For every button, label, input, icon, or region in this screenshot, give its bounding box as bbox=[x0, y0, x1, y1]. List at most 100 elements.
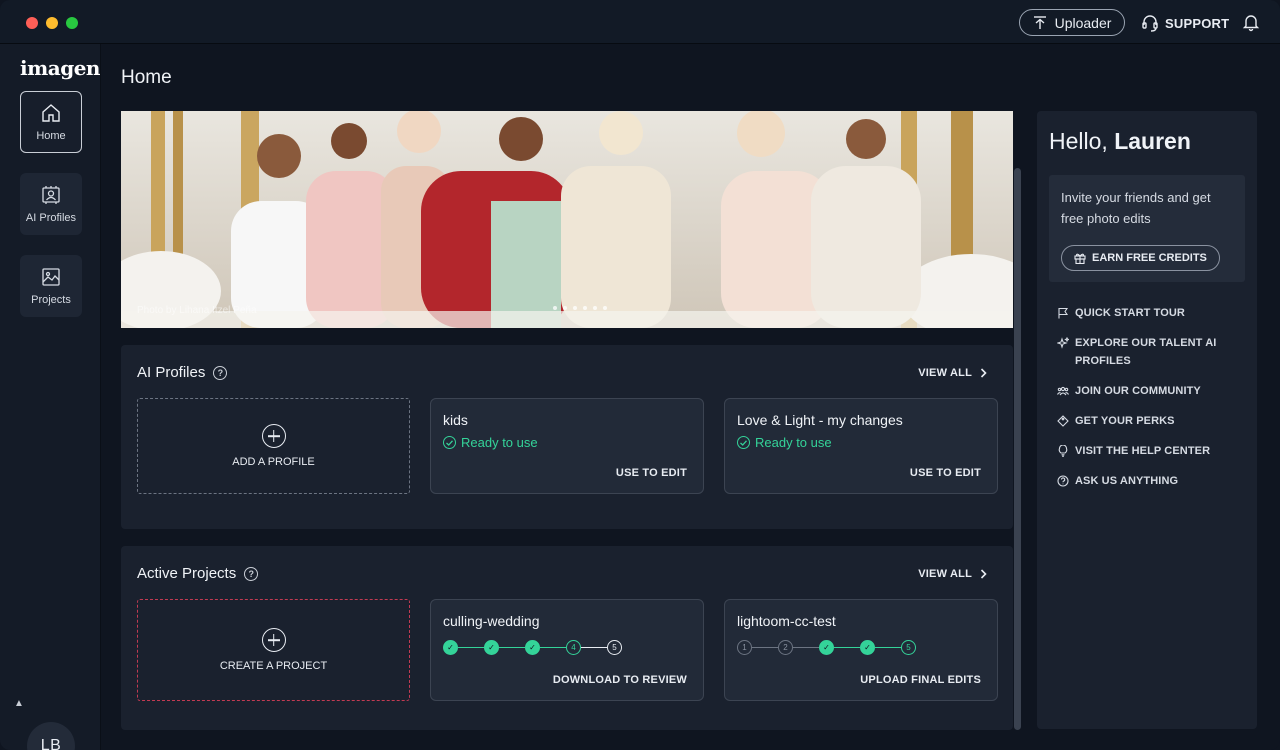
step-connector bbox=[834, 646, 860, 649]
view-all-profiles-link[interactable]: VIEW ALL bbox=[918, 367, 987, 379]
help-icon[interactable]: ? bbox=[244, 566, 259, 581]
sidebar-item-label: Home bbox=[36, 130, 66, 142]
sidebar-item-projects[interactable]: Projects bbox=[20, 255, 82, 317]
create-project-button[interactable]: CREATE A PROJECT bbox=[137, 599, 410, 701]
view-all-label: VIEW ALL bbox=[918, 367, 972, 379]
section-title: Active Projects ? bbox=[137, 565, 259, 582]
project-card-lightoom-cc-test[interactable]: lightoom-cc-test 1 2 ✓ ✓ 5 UPLOAD FINAL … bbox=[724, 599, 998, 701]
greeting: Hello, Lauren bbox=[1049, 128, 1191, 155]
step-connector bbox=[581, 646, 607, 649]
quick-links: QUICK START TOUR EXPLORE OUR TALENT AI P… bbox=[1057, 304, 1247, 502]
tag-icon bbox=[1057, 415, 1069, 427]
add-profile-button[interactable]: ADD A PROFILE bbox=[137, 398, 410, 494]
status-text: Ready to use bbox=[461, 435, 538, 450]
home-icon bbox=[42, 104, 60, 122]
step-current: 5 bbox=[901, 640, 916, 655]
profile-status: Ready to use bbox=[443, 435, 538, 450]
upload-final-edits-button[interactable]: UPLOAD FINAL EDITS bbox=[860, 674, 981, 686]
community-icon bbox=[1057, 386, 1069, 396]
question-icon bbox=[1057, 475, 1069, 487]
join-community-link[interactable]: JOIN OUR COMMUNITY bbox=[1057, 382, 1247, 400]
carousel-dot[interactable] bbox=[573, 306, 577, 310]
chevron-right-icon bbox=[980, 368, 987, 378]
carousel-dot[interactable] bbox=[563, 306, 567, 310]
hero-banner[interactable]: Photo by Lihana Itzel Peña bbox=[121, 111, 1013, 328]
step-complete-icon: ✓ bbox=[525, 640, 540, 655]
plus-icon bbox=[261, 628, 286, 652]
help-center-link[interactable]: VISIT THE HELP CENTER bbox=[1057, 442, 1247, 460]
greeting-text: Hello, bbox=[1049, 128, 1108, 154]
status-text: Ready to use bbox=[755, 435, 832, 450]
ai-profiles-title: AI Profiles bbox=[137, 364, 206, 381]
mouse-cursor: ▲ bbox=[14, 698, 24, 709]
sparkle-icon bbox=[1057, 337, 1069, 349]
project-card-culling-wedding[interactable]: culling-wedding ✓ ✓ ✓ 4 5 DOWNLOAD TO RE… bbox=[430, 599, 704, 701]
use-to-edit-button[interactable]: USE TO EDIT bbox=[616, 467, 687, 479]
section-title: AI Profiles ? bbox=[137, 364, 228, 381]
step-connector bbox=[793, 646, 819, 649]
earn-free-credits-button[interactable]: EARN FREE CREDITS bbox=[1061, 245, 1220, 271]
explore-talent-profiles-link[interactable]: EXPLORE OUR TALENT AI PROFILES bbox=[1057, 334, 1247, 370]
support-button[interactable]: SUPPORT bbox=[1141, 12, 1229, 34]
close-window-button[interactable] bbox=[26, 17, 38, 29]
use-to-edit-button[interactable]: USE TO EDIT bbox=[910, 467, 981, 479]
uploader-button[interactable]: Uploader bbox=[1019, 9, 1125, 36]
create-project-label: CREATE A PROJECT bbox=[219, 660, 328, 672]
uploader-label: Uploader bbox=[1054, 14, 1112, 31]
headset-icon bbox=[1142, 15, 1158, 32]
ai-profile-icon bbox=[42, 186, 60, 204]
get-perks-link[interactable]: GET YOUR PERKS bbox=[1057, 412, 1247, 430]
app-window: Uploader SUPPORT imagen Home AI Profiles… bbox=[0, 0, 1280, 750]
upload-icon bbox=[1033, 15, 1046, 29]
bell-icon[interactable] bbox=[1241, 12, 1261, 32]
project-progress-steps: 1 2 ✓ ✓ 5 bbox=[737, 640, 916, 655]
main-scrollbar[interactable] bbox=[1014, 168, 1021, 730]
carousel-dot[interactable] bbox=[553, 306, 557, 310]
quick-start-tour-link[interactable]: QUICK START TOUR bbox=[1057, 304, 1247, 322]
user-name: Lauren bbox=[1114, 128, 1191, 154]
projects-icon bbox=[42, 268, 60, 286]
imagen-logo[interactable]: imagen bbox=[20, 56, 100, 80]
carousel-dot[interactable] bbox=[603, 306, 607, 310]
gift-icon bbox=[1074, 253, 1086, 264]
active-projects-section: Active Projects ? VIEW ALL CREATE A PROJ… bbox=[121, 546, 1013, 730]
help-icon[interactable]: ? bbox=[213, 365, 228, 380]
carousel-dot[interactable] bbox=[583, 306, 587, 310]
view-all-label: VIEW ALL bbox=[918, 568, 972, 580]
avatar[interactable]: LB bbox=[27, 722, 75, 750]
add-profile-label: ADD A PROFILE bbox=[232, 456, 315, 468]
step-complete-icon: ✓ bbox=[819, 640, 834, 655]
view-all-projects-link[interactable]: VIEW ALL bbox=[918, 568, 987, 580]
flag-icon bbox=[1058, 307, 1069, 319]
chevron-right-icon bbox=[980, 569, 987, 579]
sidebar-item-ai-profiles[interactable]: AI Profiles bbox=[20, 173, 82, 235]
right-panel: Hello, Lauren Invite your friends and ge… bbox=[1037, 111, 1257, 729]
step-skipped: 1 bbox=[737, 640, 752, 655]
check-circle-icon bbox=[737, 436, 750, 449]
download-to-review-button[interactable]: DOWNLOAD TO REVIEW bbox=[553, 674, 687, 686]
ask-us-anything-link[interactable]: ASK US ANYTHING bbox=[1057, 472, 1247, 490]
sidebar-item-home[interactable]: Home bbox=[20, 91, 82, 153]
minimize-window-button[interactable] bbox=[46, 17, 58, 29]
link-label: JOIN OUR COMMUNITY bbox=[1075, 385, 1201, 397]
carousel-dot[interactable] bbox=[593, 306, 597, 310]
step-pending: 5 bbox=[607, 640, 622, 655]
sidebar: imagen Home AI Profiles Projects ▲ LB bbox=[0, 44, 101, 750]
profile-card-kids[interactable]: kids Ready to use USE TO EDIT bbox=[430, 398, 704, 494]
page-title: Home bbox=[121, 67, 172, 88]
invite-box: Invite your friends and get free photo e… bbox=[1049, 175, 1245, 282]
ai-profiles-section: AI Profiles ? VIEW ALL ADD A PROFILE kid… bbox=[121, 345, 1013, 529]
link-label: ASK US ANYTHING bbox=[1075, 475, 1179, 487]
step-skipped: 2 bbox=[778, 640, 793, 655]
step-connector bbox=[875, 646, 901, 649]
title-bar: Uploader SUPPORT bbox=[0, 0, 1280, 44]
sidebar-item-label: AI Profiles bbox=[25, 212, 77, 224]
project-progress-steps: ✓ ✓ ✓ 4 5 bbox=[443, 640, 622, 655]
maximize-window-button[interactable] bbox=[66, 17, 78, 29]
invite-text: Invite your friends and get free photo e… bbox=[1061, 190, 1211, 226]
carousel-dots[interactable] bbox=[553, 306, 607, 310]
step-connector bbox=[540, 646, 566, 649]
step-connector bbox=[458, 646, 484, 649]
profile-card-love-light[interactable]: Love & Light - my changes Ready to use U… bbox=[724, 398, 998, 494]
link-label: VISIT THE HELP CENTER bbox=[1075, 445, 1211, 457]
